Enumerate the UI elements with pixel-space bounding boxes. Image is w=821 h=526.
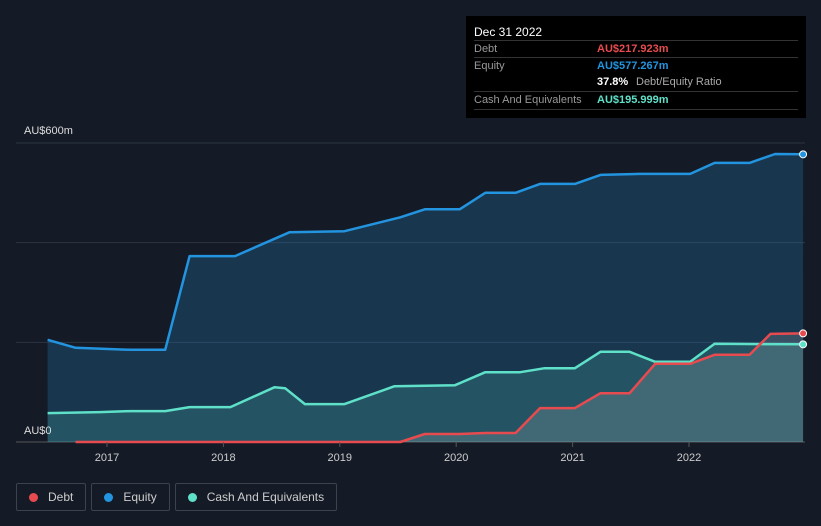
- endpoint-marker: [799, 340, 808, 349]
- debt-dot-icon: [29, 492, 38, 502]
- tooltip-cash-label: Cash And Equivalents: [474, 94, 582, 106]
- x-tick-label: 2017: [95, 452, 119, 464]
- legend-debt[interactable]: Debt: [16, 483, 87, 511]
- tooltip-ratio-value: 37.8%: [597, 76, 629, 88]
- y-label-bottom: AU$0: [24, 425, 52, 437]
- x-tick-label: 2022: [677, 452, 701, 464]
- tooltip-equity-value: AU$577.267m: [597, 60, 669, 72]
- cash-dot-icon: [187, 492, 197, 502]
- tooltip-ratio-label: Debt/Equity Ratio: [636, 76, 722, 88]
- x-tick-label: 2020: [444, 452, 468, 464]
- tooltip-date: Dec 31 2022: [474, 25, 543, 39]
- tooltip: Dec 31 2022 Debt AU$217.923m Equity AU$577…: [466, 16, 806, 118]
- legend-cash-label: Cash And Equivalents: [206, 490, 325, 504]
- x-tick-label: 2019: [328, 452, 352, 464]
- legend-debt-label: Debt: [48, 490, 74, 504]
- legend: Debt Equity Cash And Equivalents: [16, 483, 338, 511]
- tooltip-equity-label: Equity: [474, 60, 505, 72]
- legend-equity-label: Equity: [123, 490, 157, 504]
- y-label-top: AU$600m: [24, 125, 73, 137]
- equity-dot-icon: [104, 492, 114, 502]
- x-tick-label: 2018: [211, 452, 235, 464]
- tooltip-cash-value: AU$195.999m: [597, 94, 669, 106]
- tooltip-debt-label: Debt: [474, 43, 498, 55]
- endpoint-marker: [799, 150, 808, 159]
- tooltip-debt-value: AU$217.923m: [597, 43, 669, 55]
- legend-cash[interactable]: Cash And Equivalents: [174, 483, 338, 511]
- x-tick-label: 2021: [560, 452, 584, 464]
- endpoint-marker: [799, 329, 808, 338]
- legend-equity[interactable]: Equity: [91, 483, 170, 511]
